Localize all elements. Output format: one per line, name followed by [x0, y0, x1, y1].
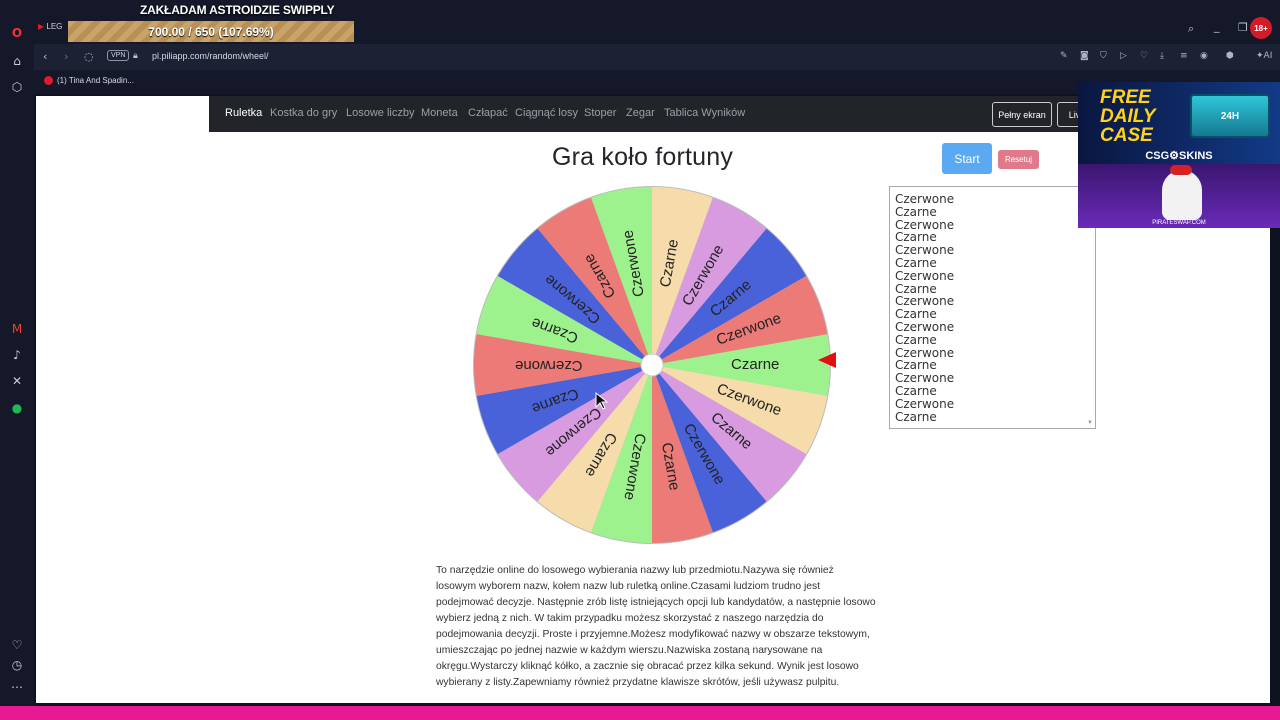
play-icon[interactable]: ▷	[1120, 51, 1127, 61]
ai-button[interactable]: ✦AI	[1256, 51, 1272, 61]
history-icon[interactable]: ◷	[8, 656, 26, 674]
ai-label: AI	[1263, 51, 1273, 61]
nav-link-ruletka[interactable]: Ruletka	[225, 107, 262, 119]
pin-icon[interactable]: ⬡	[8, 78, 26, 96]
name-entry: Czarne	[895, 332, 937, 347]
name-entry: Czerwone	[895, 268, 955, 283]
wheel-hub[interactable]	[640, 353, 664, 377]
name-entry: Czerwone	[895, 396, 955, 411]
nav-link-moneta[interactable]: Moneta	[421, 107, 458, 119]
back-arrow-icon[interactable]: ‹	[43, 50, 47, 63]
description-text: To narzędzie online do losowego wybieran…	[436, 565, 876, 688]
minimize-icon[interactable]: _	[1214, 20, 1220, 33]
browser-sidebar: O ⌂ ⬡ M ♪ ✕ ● ♡ ◷ ⋯	[0, 0, 34, 720]
nav-link-tablica[interactable]: Tablica Wyników	[664, 107, 745, 119]
nav-link-ciagnac-losy[interactable]: Ciągnąć losy	[515, 107, 578, 119]
tiktok-icon[interactable]: ♪	[8, 346, 26, 364]
rooster-comb-icon	[1170, 165, 1192, 175]
names-textarea[interactable]: Czerwone Czarne Czerwone Czarne Czerwone Czar…	[889, 186, 1096, 429]
heart-icon[interactable]: ♡	[8, 636, 26, 654]
extension-icon[interactable]: ⬢	[1226, 51, 1234, 61]
tab-label: LEG	[46, 22, 63, 31]
start-button[interactable]: Start	[942, 143, 992, 174]
age-badge: 18+	[1250, 17, 1272, 39]
stream-goal-bar: 700.00 / 650 (107.69%)	[68, 21, 354, 42]
nav-link-stoper[interactable]: Stoper	[584, 107, 616, 119]
vpn-badge[interactable]: VPN	[107, 50, 130, 61]
opera-logo-icon[interactable]: O	[8, 24, 26, 42]
ad-brand: CSG⚙SKINS	[1145, 150, 1213, 162]
maximize-icon[interactable]: ❐	[1238, 21, 1248, 34]
download-icon[interactable]: ⤓	[1160, 51, 1164, 61]
ai-icon: ✦	[1256, 51, 1264, 61]
stream-overlay-title: ZAKŁADAM ASTROIDZIE SWIPPLY	[140, 3, 335, 17]
scroll-down-icon[interactable]: ▼	[1087, 420, 1093, 426]
name-entry: Czerwone	[895, 319, 955, 334]
site-navbar: Ruletka Kostka do gry Losowe liczby Mone…	[209, 96, 1114, 132]
nav-link-zegar[interactable]: Zegar	[626, 107, 655, 119]
gmail-icon[interactable]: M	[8, 320, 26, 338]
rooster-icon	[1162, 170, 1202, 220]
fortune-wheel[interactable]: CzarneCzerwoneCzarneCzerwoneCzarneCzerwo…	[472, 185, 836, 549]
page-title: Gra koło fortuny	[552, 143, 734, 171]
url-field[interactable]: pl.piliapp.com/random/wheel/	[152, 51, 269, 61]
name-entry: Czerwone	[895, 192, 955, 206]
nav-link-kostka[interactable]: Kostka do gry	[270, 107, 337, 119]
ad-banner-bottom: PIRATESWAP.COM	[1078, 164, 1280, 228]
camera-icon[interactable]: ◙	[1080, 51, 1089, 61]
lock-icon[interactable]: 🔒︎	[133, 51, 138, 61]
youtube-icon	[44, 76, 53, 85]
more-icon[interactable]: ⋯	[8, 678, 26, 696]
tab-youtube[interactable]: ▶ LEG	[38, 22, 62, 31]
name-entry: Czarne	[895, 383, 937, 398]
names-list: Czerwone Czarne Czerwone Czarne Czerwone Czar…	[895, 193, 1090, 423]
edit-icon[interactable]: ✎	[1060, 51, 1068, 61]
nav-link-czlapac[interactable]: Człapać	[468, 107, 508, 119]
name-entry: Czarne	[895, 204, 937, 219]
name-entry: Czarne	[895, 409, 937, 424]
ad-headline: FREE DAILY CASE	[1100, 87, 1156, 146]
nav-link-losowe-liczby[interactable]: Losowe liczby	[346, 107, 414, 119]
advertisement[interactable]: FREE DAILY CASE 24H CSG⚙SKINS PIRATESWAP…	[1078, 82, 1280, 228]
search-icon[interactable]: ⌕	[1188, 22, 1194, 36]
stream-bottom-strip	[0, 706, 1280, 720]
shield-icon[interactable]: ⛉	[1100, 51, 1107, 61]
wheel-segment-label: Czarne	[731, 356, 779, 373]
wheel-segment-label: Czerwone	[515, 357, 583, 374]
bookmark-item[interactable]: (1) Tina And Spadin...	[44, 76, 134, 85]
ad-case-box: 24H	[1190, 94, 1270, 138]
heart-outline-icon[interactable]: ♡	[1140, 51, 1148, 61]
home-icon[interactable]: ⌂	[8, 52, 26, 70]
profile-icon[interactable]: ◉	[1200, 51, 1208, 61]
youtube-icon: ▶	[38, 22, 45, 31]
menu-icon[interactable]: ≡	[1180, 51, 1188, 61]
fullscreen-button[interactable]: Pełny ekran	[992, 102, 1052, 127]
ad-banner-top: FREE DAILY CASE 24H CSG⚙SKINS	[1078, 82, 1280, 164]
x-icon[interactable]: ✕	[8, 372, 26, 390]
reset-button[interactable]: Resetuj	[998, 150, 1039, 169]
ad-footer: PIRATESWAP.COM	[1152, 220, 1206, 226]
bookmark-label: (1) Tina And Spadin...	[57, 76, 134, 85]
forward-arrow-icon[interactable]: ›	[64, 50, 68, 63]
name-entry: Czarne	[895, 255, 937, 270]
spotify-icon[interactable]: ●	[8, 399, 26, 417]
reload-icon[interactable]: ◌	[84, 50, 94, 63]
